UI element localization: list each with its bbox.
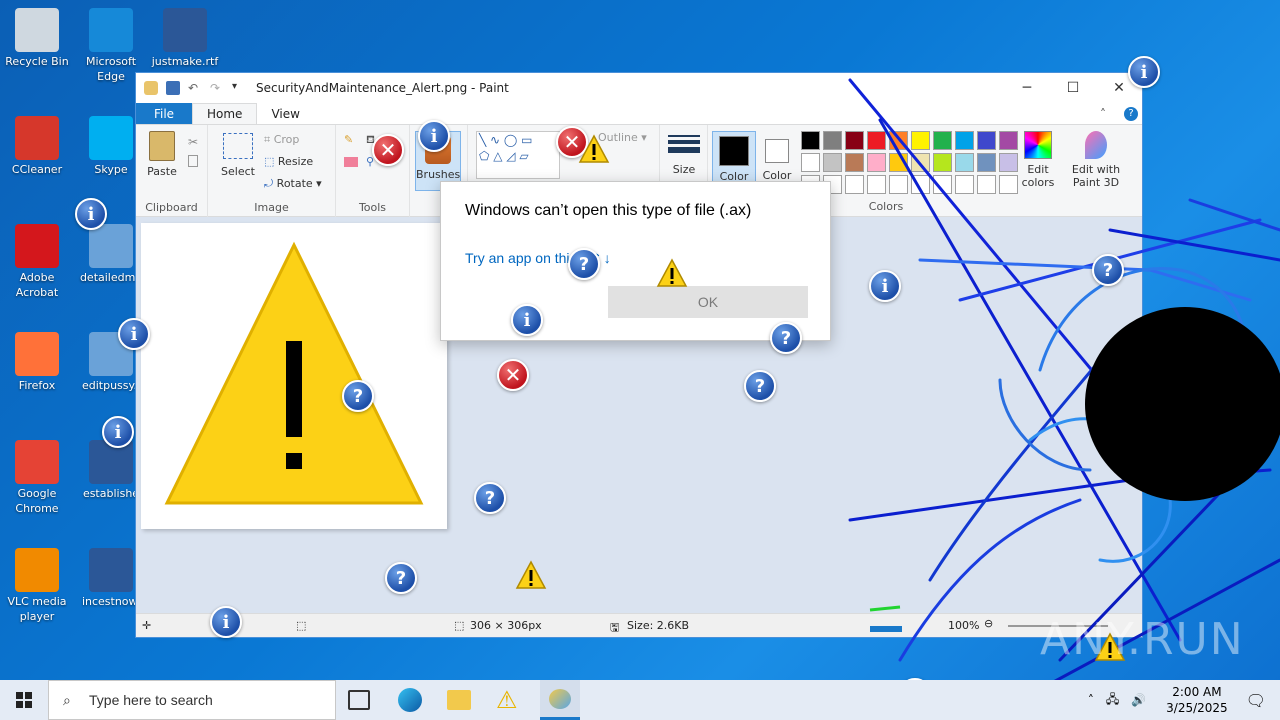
error-icon: ✕ (497, 359, 529, 391)
help-icon: ? (342, 380, 374, 412)
info-icon: i (511, 304, 543, 336)
error-icon: ✕ (372, 134, 404, 166)
info-icon: i (102, 416, 134, 448)
task-view-icon[interactable] (348, 690, 370, 710)
info-icon: i (118, 318, 150, 350)
info-icon: i (210, 606, 242, 638)
search-input[interactable]: ⌕ Type here to search (48, 680, 336, 720)
warning-taskbar-icon[interactable]: ⚠ (496, 686, 518, 714)
scribble-overlay (848, 78, 1280, 702)
start-button[interactable] (0, 680, 48, 720)
clock-date: 3/25/2025 (1166, 701, 1228, 715)
windows-logo-icon (16, 692, 32, 708)
system-tray: ˄ 🖧 🔊 2:00 AM 3/25/2025 🗨 (1082, 680, 1280, 720)
show-hidden-icons[interactable]: ˄ (1088, 693, 1094, 707)
help-icon: ? (1092, 254, 1124, 286)
info-icon: i (1128, 56, 1160, 88)
notifications-icon[interactable]: 🗨 (1246, 691, 1266, 710)
help-icon: ? (474, 482, 506, 514)
info-icon: i (75, 198, 107, 230)
info-icon: i (869, 270, 901, 302)
volume-icon[interactable]: 🔊 (1131, 693, 1146, 707)
warning-icon (656, 258, 688, 292)
paint-taskbar-icon[interactable] (540, 680, 580, 720)
search-icon: ⌕ (63, 692, 71, 708)
warning-icon (515, 560, 547, 594)
help-icon: ? (568, 248, 600, 280)
help-icon: ? (744, 370, 776, 402)
taskbar: ⌕ Type here to search ⚠ ˄ 🖧 🔊 2:00 AM 3/… (0, 680, 1280, 720)
search-placeholder: Type here to search (89, 692, 213, 708)
help-icon: ? (385, 562, 417, 594)
watermark: ANY.RUN (1040, 614, 1245, 665)
help-icon: ? (770, 322, 802, 354)
info-icon: i (418, 120, 450, 152)
clock[interactable]: 2:00 AM 3/25/2025 (1166, 684, 1228, 716)
clock-time: 2:00 AM (1172, 685, 1222, 699)
warning-icon (578, 134, 610, 168)
network-icon[interactable]: 🖧 (1106, 690, 1119, 711)
edge-taskbar-icon[interactable] (398, 688, 422, 712)
file-explorer-icon[interactable] (447, 690, 471, 710)
